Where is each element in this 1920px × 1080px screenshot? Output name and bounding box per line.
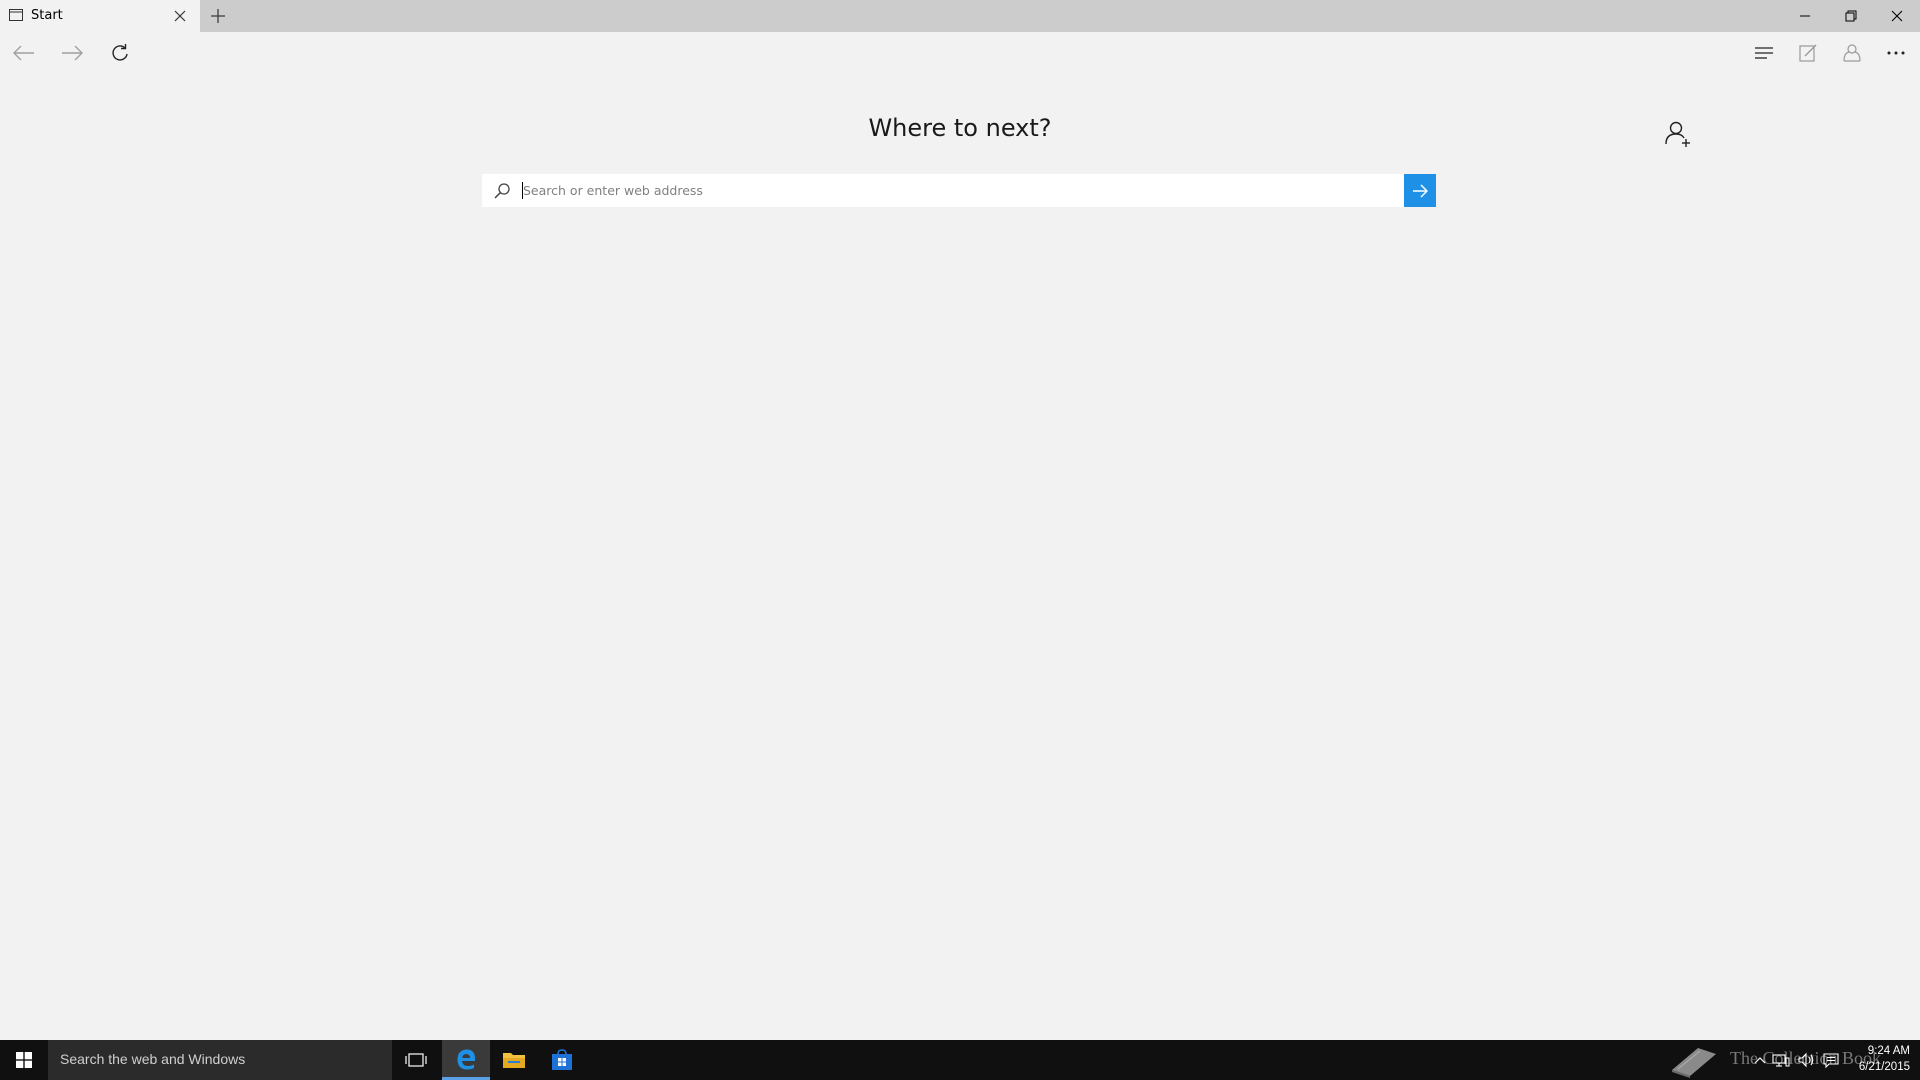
search-input[interactable] (523, 175, 1403, 206)
start-button[interactable] (0, 1040, 48, 1080)
go-button[interactable] (1404, 174, 1436, 207)
plus-icon[interactable] (208, 6, 228, 26)
page-title: Where to next? (868, 114, 1052, 142)
arrow-right-icon (1413, 183, 1428, 198)
network-icon (1772, 1054, 1790, 1067)
taskbar-search-placeholder: Search the web and Windows (60, 1051, 246, 1067)
store-icon (552, 1049, 572, 1070)
minimize-icon (1800, 15, 1810, 17)
search-icon (494, 183, 510, 199)
show-hidden-icons-button[interactable] (1752, 1040, 1768, 1080)
share-button[interactable] (1828, 32, 1876, 74)
more-icon (1887, 51, 1905, 55)
book-icon (1672, 1048, 1716, 1078)
forward-arrow-icon (62, 45, 83, 61)
back-button[interactable] (0, 32, 48, 74)
more-button[interactable] (1872, 32, 1920, 74)
action-center-button[interactable] (1820, 1040, 1842, 1080)
web-note-button[interactable] (1784, 32, 1832, 74)
tab-start[interactable]: Start (0, 0, 200, 32)
clock-time: 9:24 AM (1867, 1045, 1910, 1057)
taskbar: Search the web and Windows The Collectio… (0, 1040, 1920, 1080)
network-button[interactable] (1770, 1040, 1792, 1080)
taskbar-search-box[interactable]: Search the web and Windows (48, 1040, 392, 1080)
hub-icon (1755, 47, 1773, 59)
tab-title: Start (31, 8, 63, 23)
volume-button[interactable] (1795, 1040, 1817, 1080)
tab-page-icon (9, 9, 23, 21)
add-person-icon[interactable] (1664, 120, 1692, 148)
restore-icon (1845, 10, 1857, 22)
back-arrow-icon (13, 45, 34, 61)
task-view-icon (405, 1053, 427, 1067)
taskbar-store-button[interactable] (538, 1040, 586, 1080)
refresh-icon (112, 44, 128, 61)
address-search-box (482, 174, 1436, 207)
window-close-button[interactable] (1874, 0, 1920, 32)
system-clock[interactable]: 9:24 AM 6/21/2015 (1848, 1043, 1910, 1075)
share-icon (1843, 44, 1861, 62)
minimize-button[interactable] (1782, 0, 1828, 32)
action-center-icon (1823, 1053, 1839, 1068)
restore-button[interactable] (1828, 0, 1874, 32)
browser-window: Start Where to next? Search or enter web… (0, 0, 1920, 1040)
text-caret (522, 182, 523, 199)
forward-button[interactable] (48, 32, 96, 74)
file-explorer-icon (503, 1053, 525, 1068)
nav-toolbar (0, 32, 1920, 74)
windows-logo-icon (16, 1052, 32, 1068)
chevron-up-icon (1754, 1057, 1766, 1064)
clock-date: 6/21/2015 (1858, 1061, 1910, 1073)
edge-icon (457, 1049, 475, 1069)
taskbar-file-explorer-button[interactable] (490, 1040, 538, 1080)
tab-bar: Start (0, 0, 1920, 32)
close-icon[interactable] (172, 8, 188, 24)
web-note-icon (1799, 44, 1817, 62)
task-view-button[interactable] (392, 1040, 440, 1080)
taskbar-edge-button[interactable] (442, 1040, 490, 1080)
window-close-icon (1891, 10, 1903, 22)
hub-button[interactable] (1740, 32, 1788, 74)
volume-icon (1798, 1052, 1814, 1068)
refresh-button[interactable] (96, 32, 144, 74)
